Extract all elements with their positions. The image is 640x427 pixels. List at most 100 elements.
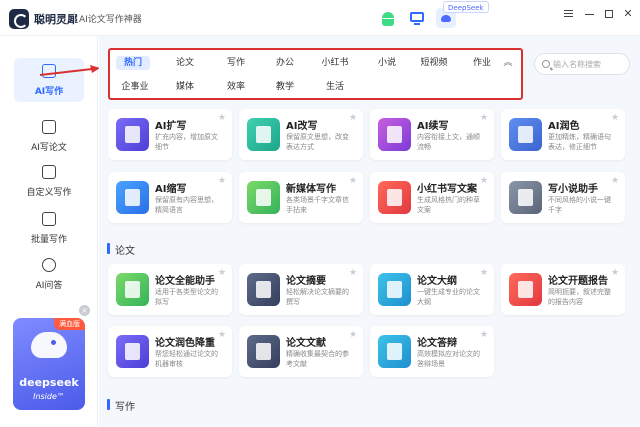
polish-icon (509, 118, 542, 151)
title-bar: 聪明灵犀 AI论文写作神器 DeepSeek ✕ (0, 0, 640, 36)
search-icon (542, 60, 550, 68)
paper-assistant-icon (116, 273, 149, 306)
favorite-star-icon[interactable]: ★ (218, 113, 226, 123)
card-title: 写小说助手 (548, 184, 598, 195)
favorite-star-icon[interactable]: ★ (218, 176, 226, 186)
tool-card-ai-polish[interactable]: AI润色 更加精炼，精确语句表达，修正细节 ★ (501, 109, 625, 160)
menu-icon[interactable] (560, 6, 576, 22)
collapse-icon[interactable]: ︽ (501, 56, 515, 70)
sidebar-item-batch-writing[interactable]: 批量写作 (14, 206, 84, 250)
tool-card-paper-references[interactable]: 论文文献 精确收集最契合的参考文献 ★ (239, 326, 363, 377)
favorite-star-icon[interactable]: ★ (349, 113, 357, 123)
card-title: 小红书写文案 (417, 184, 477, 195)
favorite-star-icon[interactable]: ★ (218, 330, 226, 340)
card-desc: 高效模拟应对论文的答辩场景 (417, 350, 480, 368)
xiaohongshu-icon (378, 181, 411, 214)
android-icon[interactable] (380, 10, 396, 26)
card-title: 新媒体写作 (286, 184, 336, 195)
favorite-star-icon[interactable]: ★ (480, 268, 488, 278)
sidebar-item-ai-paper[interactable]: AI写论文 (14, 114, 84, 158)
maximize-icon[interactable] (601, 6, 617, 22)
favorite-star-icon[interactable]: ★ (611, 113, 619, 123)
desktop-icon[interactable] (409, 10, 425, 26)
card-title: 论文润色降重 (155, 338, 215, 349)
sidebar-item-label: AI写作 (34, 87, 64, 97)
deepseek-promo-banner[interactable]: 满血版 deepseek Inside™ (13, 318, 85, 410)
category-tab[interactable]: 办公 (270, 56, 300, 70)
search-box[interactable] (534, 53, 630, 75)
card-title: 论文文献 (286, 338, 326, 349)
app-subtitle: AI论文写作神器 (79, 15, 142, 25)
sidebar-item-label: 批量写作 (30, 235, 67, 245)
card-desc: 不同风格的小说一键千字 (548, 196, 611, 214)
title-divider (74, 12, 75, 23)
expand-icon (116, 118, 149, 151)
annotation-arrow-icon (40, 65, 100, 76)
card-title: 论文全能助手 (155, 276, 215, 287)
chat-bot-icon (42, 258, 56, 272)
category-tab[interactable]: 热门 (116, 56, 150, 70)
favorite-star-icon[interactable]: ★ (349, 176, 357, 186)
sidebar-item-custom-writing[interactable]: 自定义写作 (14, 159, 84, 203)
category-tab[interactable]: 生活 (320, 80, 350, 94)
chart-icon (42, 165, 56, 179)
card-title: AI改写 (286, 121, 318, 132)
novel-icon (509, 181, 542, 214)
card-desc: 适用于各类型论文的拟写 (155, 288, 218, 306)
card-desc: 精确收集最契合的参考文献 (286, 350, 349, 368)
category-tab[interactable]: 企事业 (116, 80, 154, 94)
card-desc: 各类场景千字文章信手拈来 (286, 196, 349, 214)
favorite-star-icon[interactable]: ★ (480, 176, 488, 186)
tool-card-paper-defense[interactable]: 论文答辩 高效模拟应对论文的答辩场景 ★ (370, 326, 494, 377)
sidebar-item-label: AI写论文 (31, 143, 67, 153)
card-title: 论文大纲 (417, 276, 457, 287)
tool-card-novel[interactable]: 写小说助手 不同风格的小说一键千字 ★ (501, 172, 625, 223)
search-input[interactable] (553, 56, 627, 72)
tool-card-paper-assistant[interactable]: 论文全能助手 适用于各类型论文的拟写 ★ (108, 264, 232, 315)
condense-icon (116, 181, 149, 214)
favorite-star-icon[interactable]: ★ (349, 330, 357, 340)
tool-card-paper-abstract[interactable]: 论文摘要 轻松解决论文摘要的撰写 ★ (239, 264, 363, 315)
card-desc: 帮您轻松通过论文的机器审核 (155, 350, 218, 368)
category-tab[interactable]: 教学 (270, 80, 300, 94)
favorite-star-icon[interactable]: ★ (611, 176, 619, 186)
tool-card-ai-expand[interactable]: AI扩写 扩充内容，增加原文细节 ★ (108, 109, 232, 160)
app-name: 聪明灵犀 (34, 13, 78, 26)
tool-card-new-media[interactable]: 新媒体写作 各类场景千字文章信手拈来 ★ (239, 172, 363, 223)
tool-card-paper-reduce[interactable]: 论文润色降重 帮您轻松通过论文的机器审核 ★ (108, 326, 232, 377)
favorite-star-icon[interactable]: ★ (611, 268, 619, 278)
card-desc: 扩充内容，增加原文细节 (155, 133, 218, 151)
references-icon (247, 335, 280, 368)
promo-sub: Inside™ (33, 392, 65, 401)
promo-close-icon[interactable]: × (79, 305, 90, 316)
category-tab[interactable]: 短视频 (415, 56, 453, 70)
category-tab[interactable]: 媒体 (170, 80, 200, 94)
report-icon (509, 273, 542, 306)
sidebar-item-ai-qa[interactable]: AI问答 (14, 252, 84, 296)
category-filter: 热门 论文 写作 办公 小红书 小说 短视频 作业 ︽ 企事业 媒体 效率 教学… (108, 48, 523, 100)
tool-card-xiaohongshu[interactable]: 小红书写文案 生成风格热门的种草文案 ★ (370, 172, 494, 223)
favorite-star-icon[interactable]: ★ (349, 268, 357, 278)
paper-icon (42, 120, 56, 134)
tool-card-proposal-report[interactable]: 论文开题报告 简明扼要，叙述完整的报告内容 ★ (501, 264, 625, 315)
category-tab[interactable]: 效率 (221, 80, 251, 94)
tool-card-ai-condense[interactable]: AI缩写 保留原有内容思想，精简语言 ★ (108, 172, 232, 223)
card-title: AI续写 (417, 121, 449, 132)
minimize-icon[interactable] (581, 6, 597, 22)
favorite-star-icon[interactable]: ★ (218, 268, 226, 278)
tool-card-paper-outline[interactable]: 论文大纲 一键生成专业的论文大纲 ★ (370, 264, 494, 315)
tool-card-ai-continue[interactable]: AI续写 内容衔接上文，通顺流畅 ★ (370, 109, 494, 160)
favorite-star-icon[interactable]: ★ (480, 113, 488, 123)
category-tab[interactable]: 写作 (221, 56, 251, 70)
category-tab[interactable]: 论文 (170, 56, 200, 70)
tool-card-ai-rewrite[interactable]: AI改写 保留原文思想，改变表达方式 ★ (239, 109, 363, 160)
category-tab[interactable]: 小说 (372, 56, 402, 70)
favorite-star-icon[interactable]: ★ (480, 330, 488, 340)
card-title: 论文开题报告 (548, 276, 608, 287)
main-content: 热门 论文 写作 办公 小红书 小说 短视频 作业 ︽ 企事业 媒体 效率 教学… (99, 36, 640, 427)
close-icon[interactable]: ✕ (620, 6, 636, 22)
category-tab[interactable]: 小红书 (316, 56, 354, 70)
card-title: AI缩写 (155, 184, 187, 195)
category-tab[interactable]: 作业 (467, 56, 497, 70)
sidebar-item-label: 自定义写作 (26, 188, 72, 198)
